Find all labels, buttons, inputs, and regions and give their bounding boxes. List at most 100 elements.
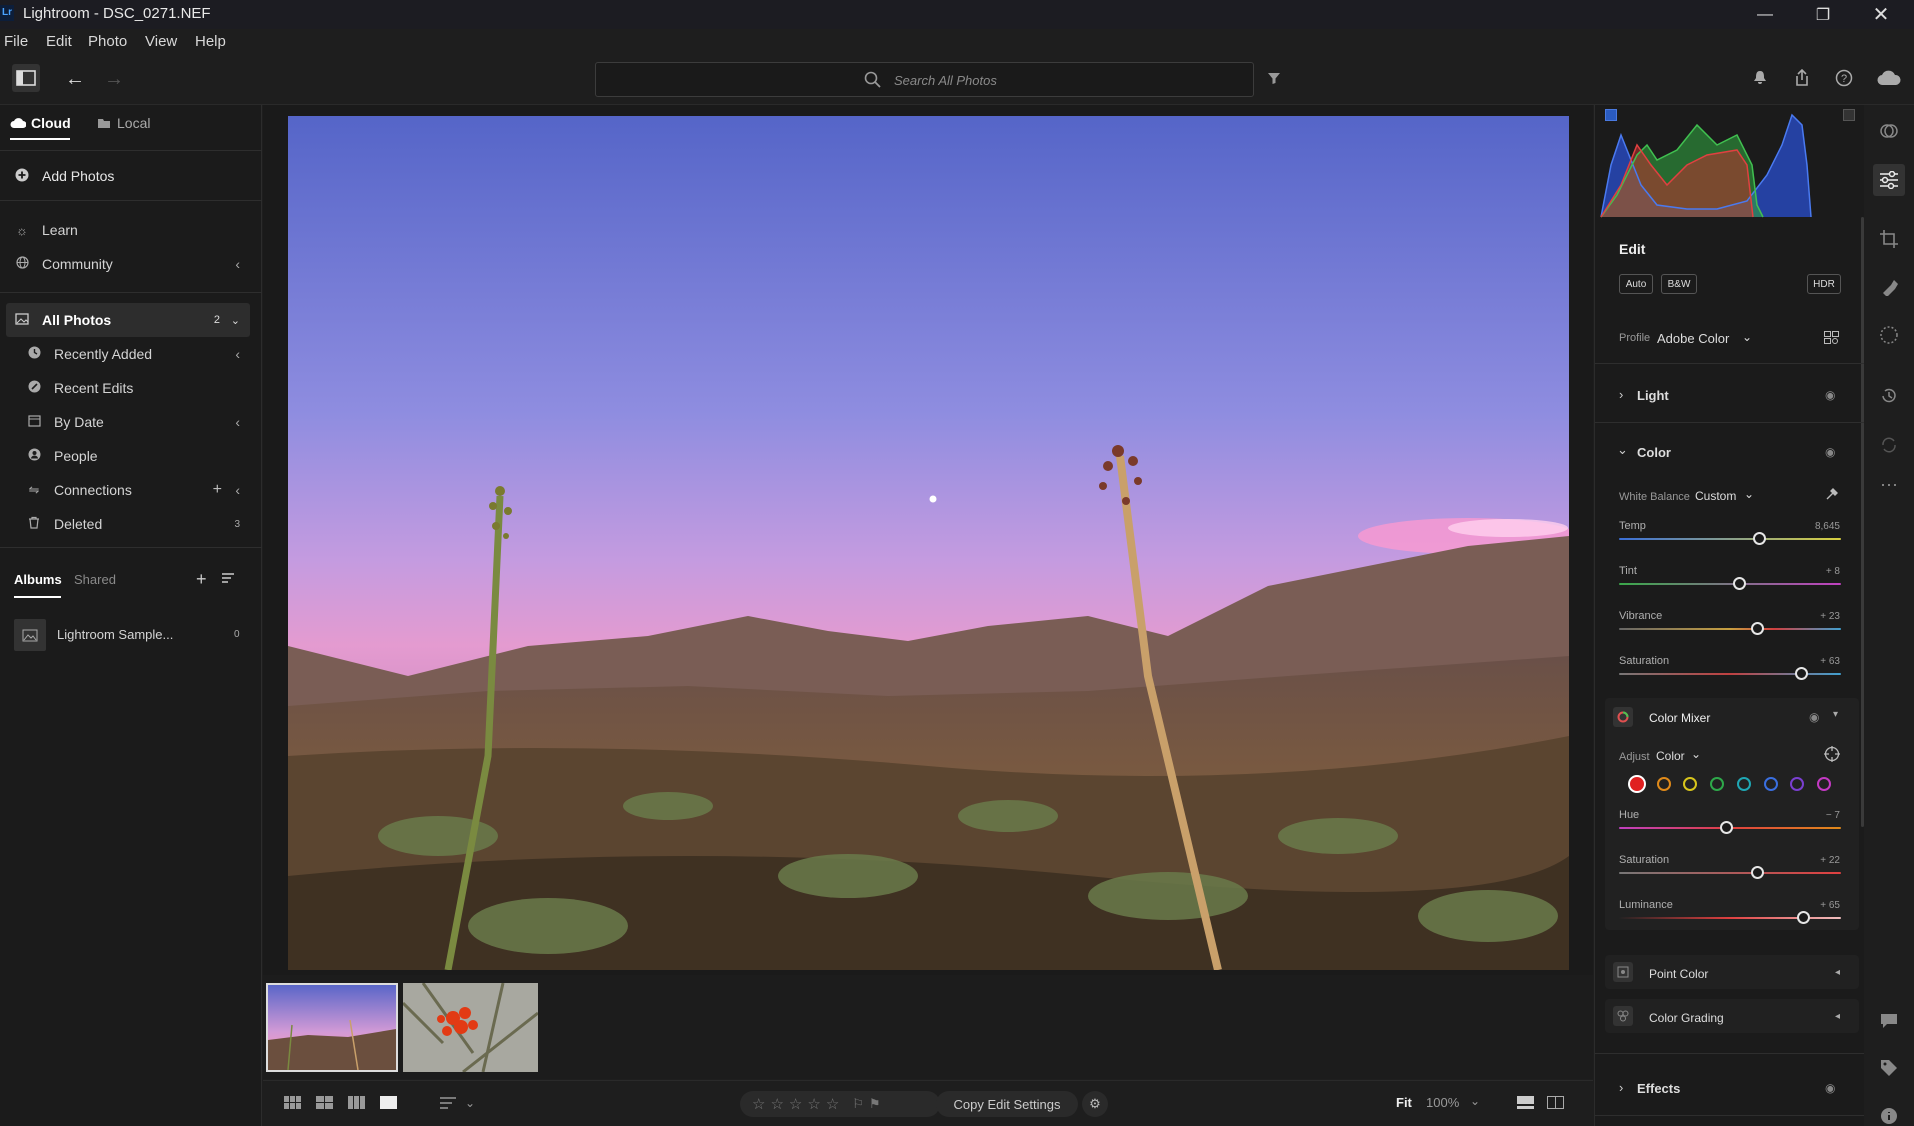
profile-browser-icon[interactable] — [1823, 329, 1841, 347]
versions-icon[interactable] — [1876, 432, 1902, 458]
add-connection-icon[interactable]: + — [213, 481, 222, 499]
gear-icon[interactable]: ⚙ — [1082, 1091, 1108, 1117]
color-swatch[interactable] — [1656, 777, 1671, 791]
color-grading-panel[interactable] — [1605, 999, 1859, 1033]
masking-icon[interactable] — [1876, 322, 1902, 348]
sort-options-icon[interactable] — [437, 1093, 459, 1113]
color-mixer-title[interactable]: Color Mixer — [1649, 711, 1710, 725]
search-field[interactable]: Search All Photos — [595, 62, 1254, 97]
presets-icon[interactable] — [1876, 118, 1902, 144]
profile-dropdown[interactable]: Adobe Color — [1657, 331, 1729, 346]
filter-icon[interactable] — [1262, 66, 1286, 90]
slider-track[interactable] — [1619, 628, 1841, 630]
slider-value[interactable]: + 65 — [1820, 900, 1840, 911]
light-section-header[interactable]: Light — [1637, 388, 1669, 403]
point-color-panel[interactable] — [1605, 955, 1859, 989]
flag-pick-icon[interactable]: ⚐ — [852, 1096, 864, 1112]
eye-icon[interactable]: ◉ — [1825, 388, 1835, 402]
slider-value[interactable]: − 7 — [1826, 810, 1840, 821]
sidebar-item-by-date[interactable]: By Date ‹ — [0, 405, 262, 439]
chevron-down-icon[interactable]: ⌄ — [463, 1093, 477, 1113]
flag-reject-icon[interactable]: ⚑ — [869, 1096, 881, 1112]
slider-track[interactable] — [1619, 872, 1841, 874]
forward-arrow-icon[interactable]: → — [101, 66, 127, 92]
effects-expand-icon[interactable]: › — [1619, 1080, 1623, 1095]
slider-handle[interactable] — [1719, 821, 1733, 834]
chevron-down-icon[interactable]: ⌄ — [1470, 1094, 1480, 1108]
tab-shared[interactable]: Shared — [74, 572, 116, 587]
bw-button[interactable]: B&W — [1661, 274, 1697, 294]
sidebar-item-people[interactable]: People — [0, 439, 262, 473]
add-album-icon[interactable]: + — [196, 569, 207, 590]
chevron-left-icon[interactable]: ‹ — [235, 482, 240, 498]
restore-icon[interactable]: ❐ — [1794, 0, 1852, 29]
color-swatch[interactable] — [1736, 777, 1751, 791]
filmstrip-toggle-icon[interactable] — [1515, 1093, 1537, 1113]
star-icon[interactable]: ☆ — [789, 1095, 802, 1113]
filmstrip-thumbnail[interactable] — [266, 983, 398, 1072]
info-icon[interactable] — [1876, 1103, 1902, 1126]
eye-icon[interactable]: ◉ — [1825, 445, 1835, 459]
add-photos-button[interactable]: Add Photos — [0, 159, 262, 193]
sidebar-item-recently-added[interactable]: Recently Added ‹ — [0, 337, 262, 371]
color-swatch[interactable] — [1630, 777, 1644, 791]
zoom-fit-button[interactable]: Fit — [1396, 1095, 1412, 1110]
healing-icon[interactable] — [1876, 274, 1902, 300]
close-icon[interactable]: ✕ — [1852, 0, 1910, 29]
collapse-triangle-icon[interactable]: ◂ — [1835, 1011, 1840, 1022]
target-adjust-icon[interactable] — [1823, 745, 1841, 763]
color-swatch[interactable] — [1763, 777, 1778, 791]
white-balance-dropdown[interactable]: Custom — [1695, 489, 1736, 503]
crop-icon[interactable] — [1876, 226, 1902, 252]
color-swatch[interactable] — [1710, 777, 1725, 791]
detail-view-icon[interactable] — [379, 1093, 399, 1113]
menu-view[interactable]: View — [145, 33, 177, 50]
hdr-button[interactable]: HDR — [1807, 274, 1841, 294]
minimize-icon[interactable]: — — [1736, 0, 1794, 29]
sidebar-item-all-photos[interactable]: All Photos 2 ⌄ — [6, 303, 250, 337]
eye-icon[interactable]: ◉ — [1825, 1081, 1835, 1095]
color-swatch[interactable] — [1816, 777, 1831, 791]
eyedropper-icon[interactable] — [1823, 485, 1841, 503]
shadow-clipping-icon[interactable] — [1605, 109, 1617, 121]
album-name[interactable]: Lightroom Sample... — [57, 627, 173, 642]
sidebar-item-connections[interactable]: ⇋ Connections + ‹ — [0, 473, 262, 507]
auto-button[interactable]: Auto — [1619, 274, 1653, 294]
chevron-down-icon[interactable]: ⌄ — [1742, 330, 1752, 344]
collapse-triangle-icon[interactable]: ◂ — [1835, 967, 1840, 978]
point-color-title[interactable]: Point Color — [1649, 967, 1708, 981]
slider-handle[interactable] — [1795, 667, 1809, 680]
sidebar-item-deleted[interactable]: Deleted 3 — [0, 507, 262, 541]
sidebar-item-community[interactable]: Community ‹ — [0, 247, 262, 281]
chevron-left-icon[interactable]: ‹ — [235, 256, 240, 272]
star-icon[interactable]: ☆ — [752, 1095, 765, 1113]
filmstrip-thumbnail[interactable] — [403, 983, 538, 1072]
slider-value[interactable]: 8,645 — [1815, 521, 1840, 532]
star-icon[interactable]: ☆ — [770, 1095, 783, 1113]
slider-handle[interactable] — [1732, 577, 1746, 590]
copy-edit-settings-button[interactable]: Copy Edit Settings — [936, 1091, 1078, 1117]
slider-value[interactable]: + 8 — [1826, 566, 1840, 577]
dropdown-triangle-icon[interactable]: ▾ — [1833, 709, 1838, 720]
bell-icon[interactable] — [1748, 66, 1772, 90]
grid-small-view-icon[interactable] — [283, 1093, 303, 1113]
menu-file[interactable]: File — [4, 33, 28, 50]
slider-value[interactable]: + 63 — [1820, 656, 1840, 667]
eye-icon[interactable]: ◉ — [1809, 710, 1819, 724]
edit-sliders-icon[interactable] — [1873, 164, 1905, 196]
highlight-clipping-icon[interactable] — [1843, 109, 1855, 121]
slider-handle[interactable] — [1750, 866, 1764, 879]
slider-value[interactable]: + 22 — [1820, 855, 1840, 866]
star-icon[interactable]: ☆ — [826, 1095, 839, 1113]
chevron-down-icon[interactable]: ⌄ — [1744, 487, 1754, 501]
slider-value[interactable]: + 23 — [1820, 611, 1840, 622]
tab-local[interactable]: Local — [97, 115, 150, 131]
cloud-icon[interactable] — [1874, 66, 1904, 90]
compare-view-icon[interactable] — [347, 1093, 367, 1113]
share-icon[interactable] — [1790, 66, 1814, 90]
history-icon[interactable] — [1876, 383, 1902, 409]
light-expand-icon[interactable]: › — [1619, 387, 1623, 402]
menu-edit[interactable]: Edit — [46, 33, 72, 50]
panel-toggle-icon[interactable] — [12, 64, 40, 92]
tab-cloud[interactable]: Cloud — [10, 115, 71, 131]
